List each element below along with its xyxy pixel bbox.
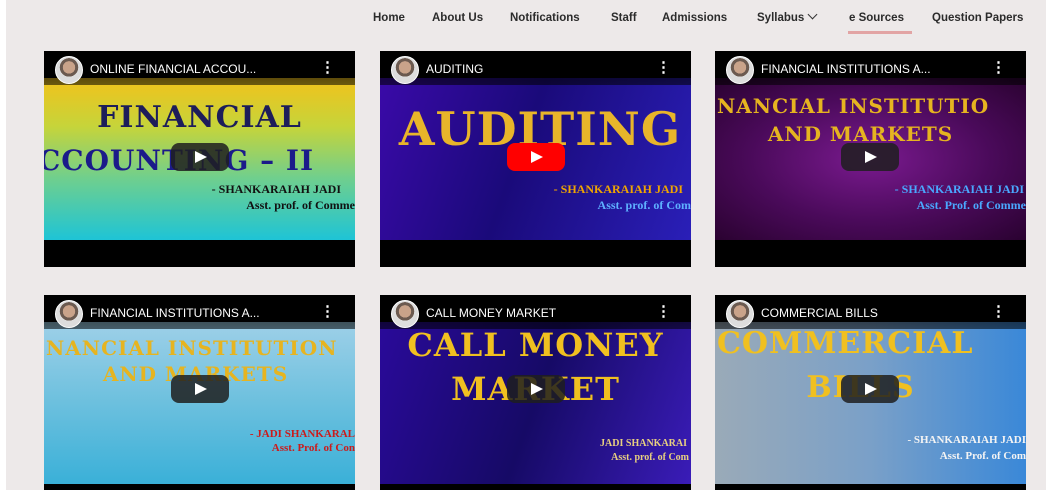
thumbnail-title: FINANCIAL: [97, 100, 302, 135]
video-header: FINANCIAL INSTITUTIONS A... ⋮: [44, 295, 355, 329]
thumbnail-role: Asst. Prof. of Comme: [916, 198, 1026, 212]
video-card[interactable]: COMMERCIAL BILLS - SHANKARAIAH JADI Asst…: [715, 295, 1026, 490]
video-thumbnail[interactable]: COMMERCIAL BILLS - SHANKARAIAH JADI Asst…: [715, 322, 1026, 484]
video-title[interactable]: AUDITING: [426, 62, 636, 76]
chevron-down-icon: [807, 9, 818, 20]
video-header: COMMERCIAL BILLS ⋮: [715, 295, 1026, 329]
video-card[interactable]: FINANCIAL CCOUNTING – II - SHANKARAIAH J…: [44, 51, 355, 267]
thumbnail-title: NANCIAL INSTITUTION: [46, 336, 338, 360]
nav-admissions[interactable]: Admissions: [662, 12, 727, 24]
more-vert-icon[interactable]: ⋮: [991, 60, 1006, 75]
channel-avatar[interactable]: [55, 300, 83, 328]
video-card[interactable]: AUDITING - SHANKARAIAH JADI Asst. prof. …: [380, 51, 691, 267]
play-icon[interactable]: [506, 375, 565, 403]
more-vert-icon[interactable]: ⋮: [656, 60, 671, 75]
thumbnail-author: - SHANKARAIAH JADI: [907, 434, 1026, 446]
thumbnail-role: Asst. Prof. of Com: [939, 450, 1026, 462]
channel-avatar[interactable]: [391, 56, 419, 84]
nav-e-sources[interactable]: e Sources: [849, 12, 904, 24]
nav-question-papers[interactable]: Question Papers: [932, 12, 1023, 24]
thumbnail-author: - SHANKARAIAH JADI: [553, 182, 683, 196]
video-thumbnail[interactable]: NANCIAL INSTITUTION AND MARKETS - JADI S…: [44, 322, 355, 484]
video-card[interactable]: CALL MONEY MARKET JADI SHANKARAI Asst. p…: [380, 295, 691, 490]
thumbnail-author: - JADI SHANKARAL: [249, 428, 355, 440]
more-vert-icon[interactable]: ⋮: [320, 304, 335, 319]
thumbnail-role: Asst. prof. of Com: [597, 198, 691, 212]
channel-avatar[interactable]: [726, 300, 754, 328]
video-card[interactable]: NANCIAL INSTITUTION AND MARKETS - JADI S…: [44, 295, 355, 490]
page-frame: Home About Us Notifications Staff Admiss…: [6, 0, 1046, 490]
video-card[interactable]: NANCIAL INSTITUTIO AND MARKETS - SHANKAR…: [715, 51, 1026, 267]
active-tab-indicator: [848, 31, 912, 34]
thumbnail-title: NANCIAL INSTITUTIO: [717, 94, 990, 118]
thumbnail-author: - SHANKARAIAH JADI: [894, 182, 1024, 196]
more-vert-icon[interactable]: ⋮: [991, 304, 1006, 319]
video-title[interactable]: ONLINE FINANCIAL ACCOU...: [90, 62, 300, 76]
thumbnail-role: Asst. prof. of Com: [611, 452, 689, 463]
nav-home[interactable]: Home: [373, 12, 405, 24]
video-header: ONLINE FINANCIAL ACCOU... ⋮: [44, 51, 355, 85]
video-header: FINANCIAL INSTITUTIONS A... ⋮: [715, 51, 1026, 85]
nav-about-us[interactable]: About Us: [432, 12, 483, 24]
thumbnail-role: Asst. Prof. of Con: [271, 442, 355, 454]
play-icon[interactable]: [841, 375, 899, 403]
video-title[interactable]: FINANCIAL INSTITUTIONS A...: [761, 62, 971, 76]
nav-syllabus[interactable]: Syllabus: [757, 9, 818, 24]
play-icon[interactable]: [841, 143, 899, 171]
thumbnail-title: COMMERCIAL: [717, 326, 974, 361]
play-icon[interactable]: [506, 143, 565, 171]
channel-avatar[interactable]: [55, 56, 83, 84]
video-header: AUDITING ⋮: [380, 51, 691, 85]
nav-staff[interactable]: Staff: [611, 12, 637, 24]
top-nav: Home About Us Notifications Staff Admiss…: [6, 0, 1046, 40]
thumbnail-role: Asst. prof. of Comme: [246, 198, 355, 212]
play-icon[interactable]: [170, 375, 229, 403]
nav-notifications[interactable]: Notifications: [510, 12, 580, 24]
thumbnail-author: - SHANKARAIAH JADI: [211, 182, 341, 196]
video-title[interactable]: COMMERCIAL BILLS: [761, 306, 971, 320]
video-thumbnail[interactable]: CALL MONEY MARKET JADI SHANKARAI Asst. p…: [380, 322, 691, 484]
channel-avatar[interactable]: [726, 56, 754, 84]
nav-syllabus-label: Syllabus: [757, 12, 805, 24]
video-title[interactable]: CALL MONEY MARKET: [426, 306, 636, 320]
more-vert-icon[interactable]: ⋮: [320, 60, 335, 75]
video-header: CALL MONEY MARKET ⋮: [380, 295, 691, 329]
video-title[interactable]: FINANCIAL INSTITUTIONS A...: [90, 306, 300, 320]
more-vert-icon[interactable]: ⋮: [656, 304, 671, 319]
thumbnail-title: CALL MONEY: [407, 326, 664, 364]
play-icon[interactable]: [170, 143, 229, 171]
channel-avatar[interactable]: [391, 300, 419, 328]
thumbnail-author: JADI SHANKARAI: [600, 438, 687, 449]
